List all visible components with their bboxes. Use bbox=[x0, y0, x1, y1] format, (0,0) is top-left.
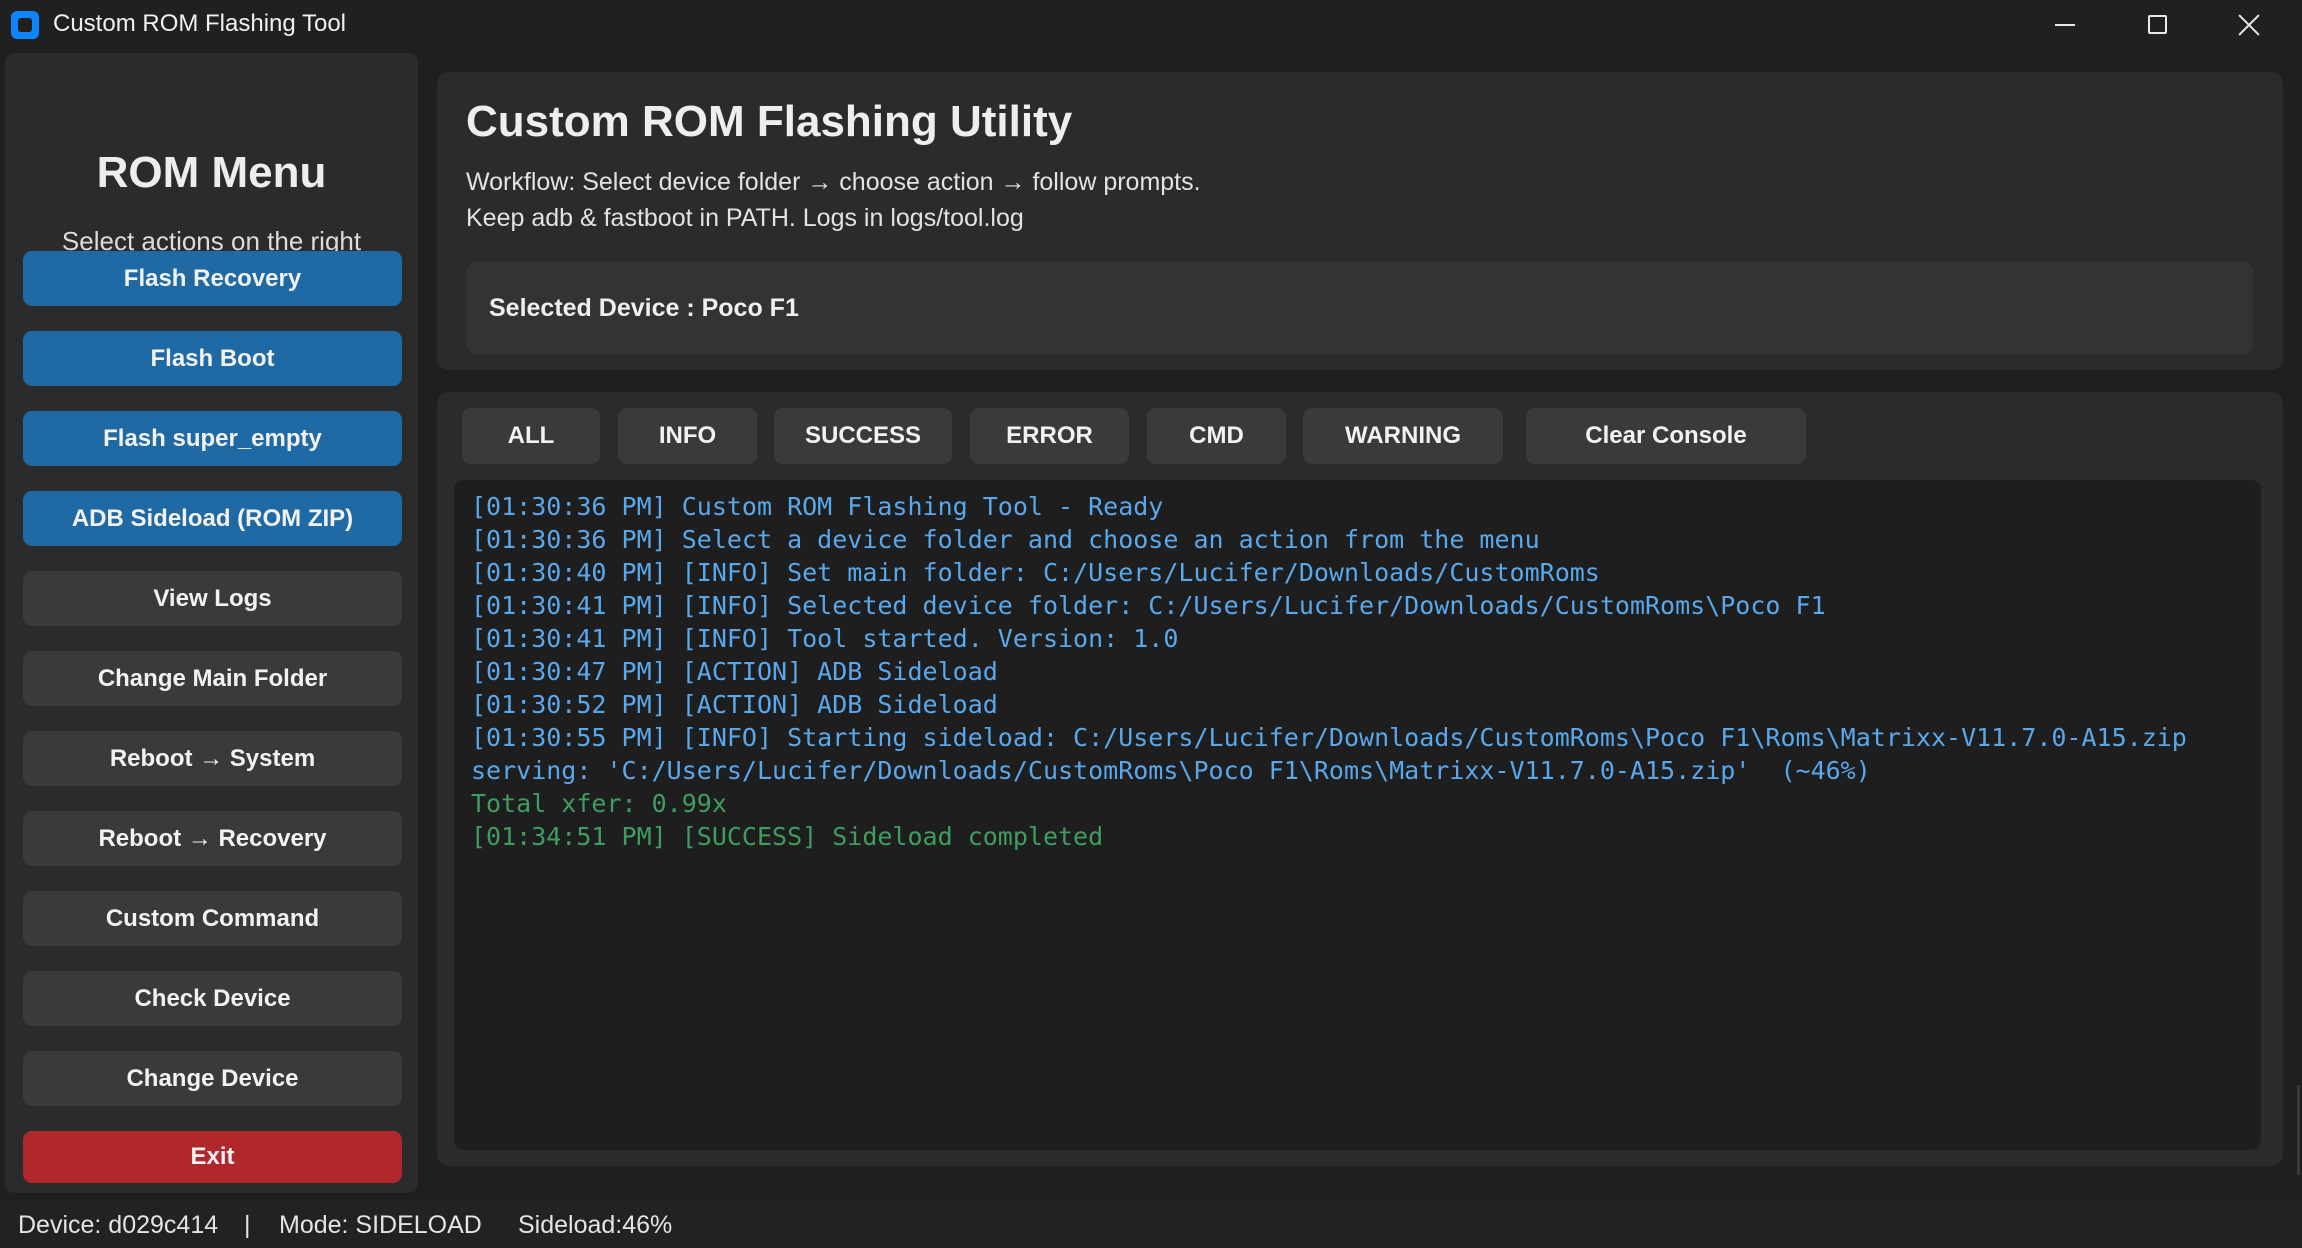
log-line: [01:30:40 PM] [INFO] Set main folder: C:… bbox=[471, 558, 1600, 587]
flash-super-empty-button[interactable]: Flash super_empty bbox=[23, 411, 402, 466]
log-line: [01:30:52 PM] [ACTION] ADB Sideload bbox=[471, 690, 998, 719]
log-line: [01:34:51 PM] [SUCCESS] Sideload complet… bbox=[471, 822, 1104, 851]
window-scrollbar[interactable] bbox=[2297, 1085, 2300, 1175]
console-output[interactable]: [01:30:36 PM] Custom ROM Flashing Tool -… bbox=[454, 480, 2261, 1150]
check-device-button[interactable]: Check Device bbox=[23, 971, 402, 1026]
log-line: [01:30:55 PM] [INFO] Starting sideload: … bbox=[471, 723, 2187, 752]
app-icon bbox=[11, 11, 39, 39]
selected-device-label: Selected Device : Poco F1 bbox=[489, 294, 799, 322]
status-bar: Device: d029c414 | Mode: SIDELOAD Sidelo… bbox=[0, 1200, 2302, 1248]
maximize-icon bbox=[2147, 15, 2167, 34]
log-line: serving: 'C:/Users/Lucifer/Downloads/Cus… bbox=[471, 756, 1871, 785]
reboot-recovery-button[interactable]: Reboot → Recovery bbox=[23, 811, 402, 866]
log-line: [01:30:36 PM] Custom ROM Flashing Tool -… bbox=[471, 492, 1164, 521]
close-icon bbox=[2238, 14, 2260, 36]
status-mode: Mode: SIDELOAD bbox=[279, 1211, 482, 1239]
title-bar: Custom ROM Flashing Tool bbox=[0, 0, 2302, 49]
minimize-button[interactable] bbox=[2019, 0, 2111, 49]
log-line: [01:30:41 PM] [INFO] Tool started. Versi… bbox=[471, 624, 1179, 653]
flash-recovery-button[interactable]: Flash Recovery bbox=[23, 251, 402, 306]
flash-boot-button[interactable]: Flash Boot bbox=[23, 331, 402, 386]
header-panel: Custom ROM Flashing Utility Workflow: Se… bbox=[437, 72, 2283, 370]
change-main-folder-button[interactable]: Change Main Folder bbox=[23, 651, 402, 706]
status-sideload-progress: Sideload:46% bbox=[518, 1211, 673, 1239]
sidebar-title: ROM Menu bbox=[96, 148, 327, 197]
exit-button[interactable]: Exit bbox=[23, 1131, 402, 1183]
window-title: Custom ROM Flashing Tool bbox=[53, 10, 346, 37]
log-line: [01:30:36 PM] Select a device folder and… bbox=[471, 525, 1540, 554]
change-device-button[interactable]: Change Device bbox=[23, 1051, 402, 1106]
log-line: [01:30:41 PM] [INFO] Selected device fol… bbox=[471, 591, 1826, 620]
workflow-text: Workflow: Select device folder → choose … bbox=[466, 168, 1201, 196]
log-line: [01:30:47 PM] [ACTION] ADB Sideload bbox=[471, 657, 998, 686]
filter-cmd-button[interactable]: CMD bbox=[1147, 408, 1286, 464]
reboot-system-button[interactable]: Reboot → System bbox=[23, 731, 402, 786]
minimize-icon bbox=[2055, 23, 2075, 26]
selected-device-box: Selected Device : Poco F1 bbox=[466, 261, 2253, 355]
view-logs-button[interactable]: View Logs bbox=[23, 571, 402, 626]
path-note-text: Keep adb & fastboot in PATH. Logs in log… bbox=[466, 204, 1024, 232]
sidebar: ROM Menu Select actions on the right Fla… bbox=[5, 53, 418, 1193]
close-button[interactable] bbox=[2203, 0, 2295, 49]
console-panel: ALL INFO SUCCESS ERROR CMD WARNING Clear… bbox=[437, 392, 2283, 1166]
log-line: Total xfer: 0.99x bbox=[471, 789, 727, 818]
filter-warning-button[interactable]: WARNING bbox=[1303, 408, 1503, 464]
filter-all-button[interactable]: ALL bbox=[462, 408, 600, 464]
status-separator: | bbox=[244, 1211, 251, 1239]
page-title: Custom ROM Flashing Utility bbox=[466, 97, 1073, 146]
status-device: Device: d029c414 bbox=[18, 1211, 219, 1239]
filter-success-button[interactable]: SUCCESS bbox=[774, 408, 952, 464]
filter-error-button[interactable]: ERROR bbox=[970, 408, 1129, 464]
custom-command-button[interactable]: Custom Command bbox=[23, 891, 402, 946]
adb-sideload-button[interactable]: ADB Sideload (ROM ZIP) bbox=[23, 491, 402, 546]
filter-info-button[interactable]: INFO bbox=[618, 408, 757, 464]
clear-console-button[interactable]: Clear Console bbox=[1526, 408, 1806, 464]
maximize-button[interactable] bbox=[2111, 0, 2203, 49]
